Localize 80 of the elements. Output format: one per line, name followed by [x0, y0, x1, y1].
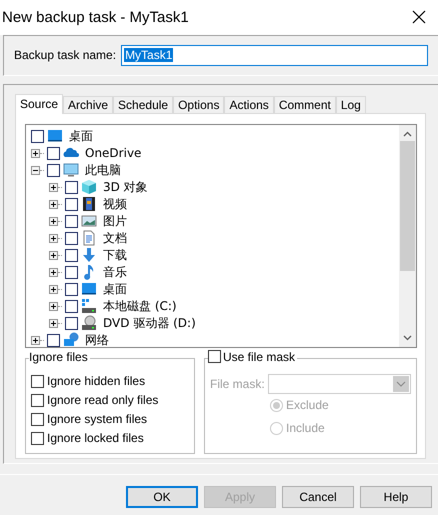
- checkbox[interactable]: [65, 232, 78, 245]
- group-title: Ignore files: [29, 350, 90, 364]
- checkbox[interactable]: [31, 374, 44, 388]
- expand-icon[interactable]: [49, 182, 58, 192]
- monitor-icon: [81, 281, 97, 298]
- tree-item[interactable]: DVD 驱动器 (D:): [103, 314, 196, 332]
- drive-icon: [81, 298, 97, 314]
- checkbox[interactable]: [65, 316, 78, 330]
- checkbox[interactable]: [65, 282, 78, 296]
- dialog-button[interactable]: Cancel: [282, 486, 354, 508]
- checkbox[interactable]: [47, 146, 60, 160]
- disc-drive-icon: [81, 315, 97, 332]
- tree-item[interactable]: 本地磁盘 (C:): [103, 298, 177, 315]
- tree-item[interactable]: 此电脑: [85, 162, 121, 179]
- dialog-button[interactable]: Help: [360, 486, 432, 508]
- cube-icon: [81, 179, 97, 196]
- expand-icon[interactable]: [49, 284, 58, 294]
- window-title: New backup task - MyTask1: [2, 8, 189, 26]
- checkbox[interactable]: [65, 300, 78, 313]
- checkbox[interactable]: [65, 248, 78, 262]
- checkbox[interactable]: [65, 214, 78, 228]
- option-label[interactable]: Ignore read only files: [47, 393, 158, 408]
- tab[interactable]: Actions: [224, 96, 274, 113]
- tree-item[interactable]: 桌面: [103, 280, 127, 298]
- tree-item[interactable]: 下载: [103, 246, 127, 264]
- close-icon[interactable]: [412, 10, 426, 24]
- tree-item[interactable]: 音乐: [103, 264, 127, 281]
- document-icon: [81, 230, 97, 246]
- image-icon: [81, 213, 97, 230]
- checkbox[interactable]: [31, 130, 44, 143]
- down-arrow-icon: [81, 247, 97, 264]
- task-name-field[interactable]: MyTask1: [121, 44, 428, 66]
- expand-icon[interactable]: [31, 336, 40, 345]
- scroll-up-icon[interactable]: [403, 130, 412, 137]
- dialog-button[interactable]: OK: [126, 486, 198, 508]
- checkbox[interactable]: [31, 432, 44, 445]
- expand-icon[interactable]: [49, 216, 58, 226]
- option-label[interactable]: Use file mask: [223, 350, 296, 364]
- computer-icon: [63, 162, 79, 178]
- monitor-icon: [47, 128, 63, 144]
- checkbox[interactable]: [208, 350, 221, 364]
- expand-icon[interactable]: [31, 148, 40, 158]
- option-label[interactable]: Ignore hidden files: [47, 374, 146, 388]
- option-label[interactable]: Ignore system files: [47, 412, 148, 426]
- collapse-icon[interactable]: [31, 166, 40, 175]
- checkbox[interactable]: [65, 180, 78, 194]
- tab[interactable]: Comment: [274, 96, 336, 113]
- film-icon: [81, 196, 97, 212]
- tree-item[interactable]: 视频: [103, 196, 127, 213]
- checkbox[interactable]: [65, 198, 78, 211]
- tree-item[interactable]: 文档: [103, 230, 127, 247]
- tree-item[interactable]: 3D 对象: [103, 178, 148, 196]
- tab[interactable]: Log: [336, 96, 366, 113]
- tree-item[interactable]: 桌面: [69, 128, 93, 145]
- checkbox[interactable]: [47, 334, 60, 347]
- expand-icon[interactable]: [49, 302, 58, 311]
- tree-item[interactable]: 网络: [85, 332, 109, 347]
- checkbox[interactable]: [31, 394, 44, 407]
- checkbox[interactable]: [47, 164, 60, 177]
- scrollbar[interactable]: [399, 124, 416, 347]
- tree-item[interactable]: OneDrive: [85, 146, 142, 160]
- radio-button[interactable]: [270, 398, 283, 412]
- tab[interactable]: Source: [15, 94, 64, 114]
- task-name-label: Backup task name:: [14, 48, 116, 62]
- expand-icon[interactable]: [49, 318, 58, 328]
- checkbox[interactable]: [65, 266, 78, 279]
- expand-icon[interactable]: [49, 200, 58, 209]
- tree-item[interactable]: 图片: [103, 212, 127, 230]
- radio-button[interactable]: [270, 422, 283, 435]
- expand-icon[interactable]: [49, 268, 58, 277]
- checkbox[interactable]: [31, 412, 44, 426]
- expand-icon[interactable]: [49, 250, 58, 260]
- scroll-down-icon[interactable]: [403, 334, 412, 341]
- field-label: File mask:: [210, 376, 265, 391]
- tab[interactable]: Archive: [63, 96, 114, 113]
- option-label[interactable]: Ignore locked files: [47, 431, 144, 446]
- tab[interactable]: Options: [173, 96, 224, 113]
- tab[interactable]: Schedule: [113, 96, 174, 113]
- expand-icon[interactable]: [49, 234, 58, 243]
- network-icon: [63, 332, 79, 347]
